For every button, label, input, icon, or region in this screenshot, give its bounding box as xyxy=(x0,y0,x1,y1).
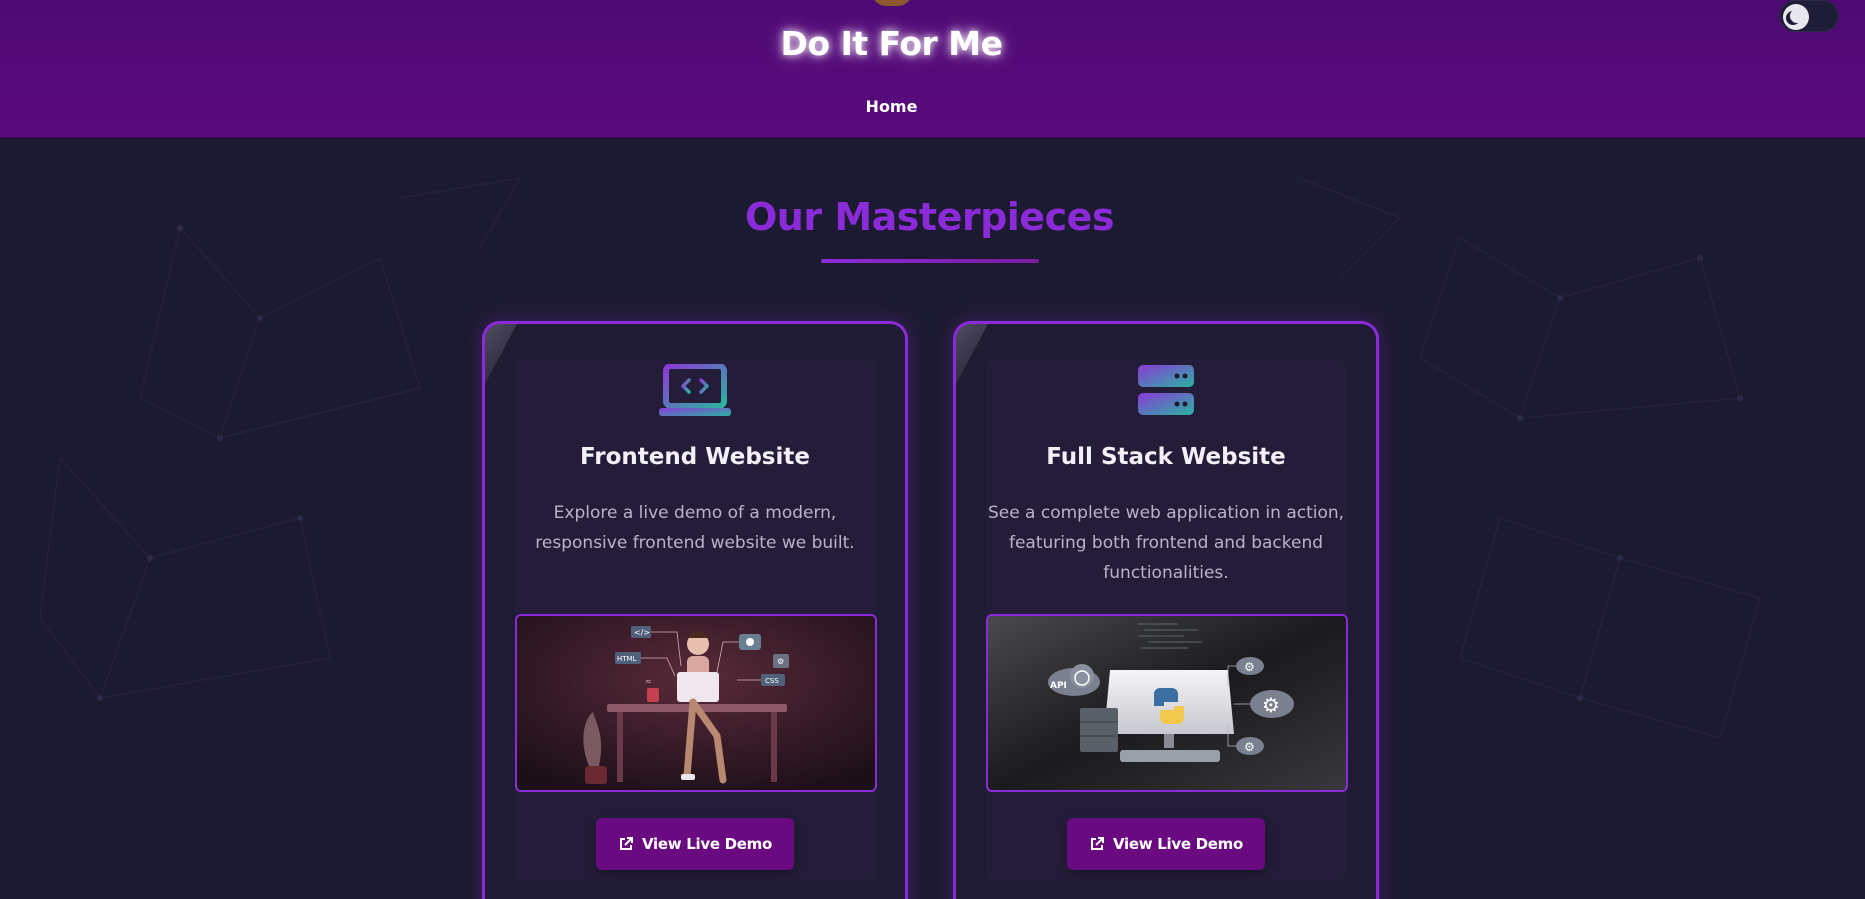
frontend-illustration-image: ≈ </> HTML ⚙ CSS xyxy=(515,614,877,792)
svg-text:API: API xyxy=(1050,681,1067,691)
card-description: See a complete web application in action… xyxy=(987,503,1345,583)
external-link-icon xyxy=(620,837,633,850)
moon-icon xyxy=(1783,4,1809,30)
section-title: Our Masterpieces xyxy=(745,195,1115,239)
background-network-pattern xyxy=(39,177,1761,739)
svg-text:⚙: ⚙ xyxy=(1244,660,1255,674)
site-header: Do It For Me Home xyxy=(0,0,1865,138)
svg-text:⚙: ⚙ xyxy=(1262,693,1280,717)
button-label: View Live Demo xyxy=(1113,835,1243,853)
svg-text:</>: </> xyxy=(634,628,650,637)
svg-text:⚙: ⚙ xyxy=(1244,740,1255,754)
external-link-icon xyxy=(1091,837,1104,850)
card-description: Explore a live demo of a modern, respons… xyxy=(535,503,855,553)
nav-item-home[interactable]: Home xyxy=(0,97,1783,116)
project-card-frontend: Frontend Website Explore a live demo of … xyxy=(482,321,908,899)
logo-icon[interactable] xyxy=(872,0,912,6)
view-live-demo-button[interactable]: View Live Demo xyxy=(1067,818,1265,870)
site-title: Do It For Me xyxy=(780,24,1003,63)
svg-text:HTML: HTML xyxy=(617,655,637,663)
project-card-fullstack: Full Stack Website See a complete web ap… xyxy=(953,321,1379,899)
title-underline xyxy=(821,259,1039,263)
svg-text:≈: ≈ xyxy=(645,677,652,686)
svg-text:⚙: ⚙ xyxy=(777,657,784,666)
card-heading: Frontend Website xyxy=(580,444,810,470)
fullstack-illustration-image: API ⚙ ⚙ ⚙ xyxy=(986,614,1348,792)
view-live-demo-button[interactable]: View Live Demo xyxy=(596,818,794,870)
laptop-code-icon xyxy=(659,364,731,416)
svg-text:CSS: CSS xyxy=(765,677,779,685)
server-icon xyxy=(1138,365,1194,415)
theme-toggle[interactable] xyxy=(1779,0,1839,32)
button-label: View Live Demo xyxy=(642,835,772,853)
card-heading: Full Stack Website xyxy=(1046,444,1286,470)
